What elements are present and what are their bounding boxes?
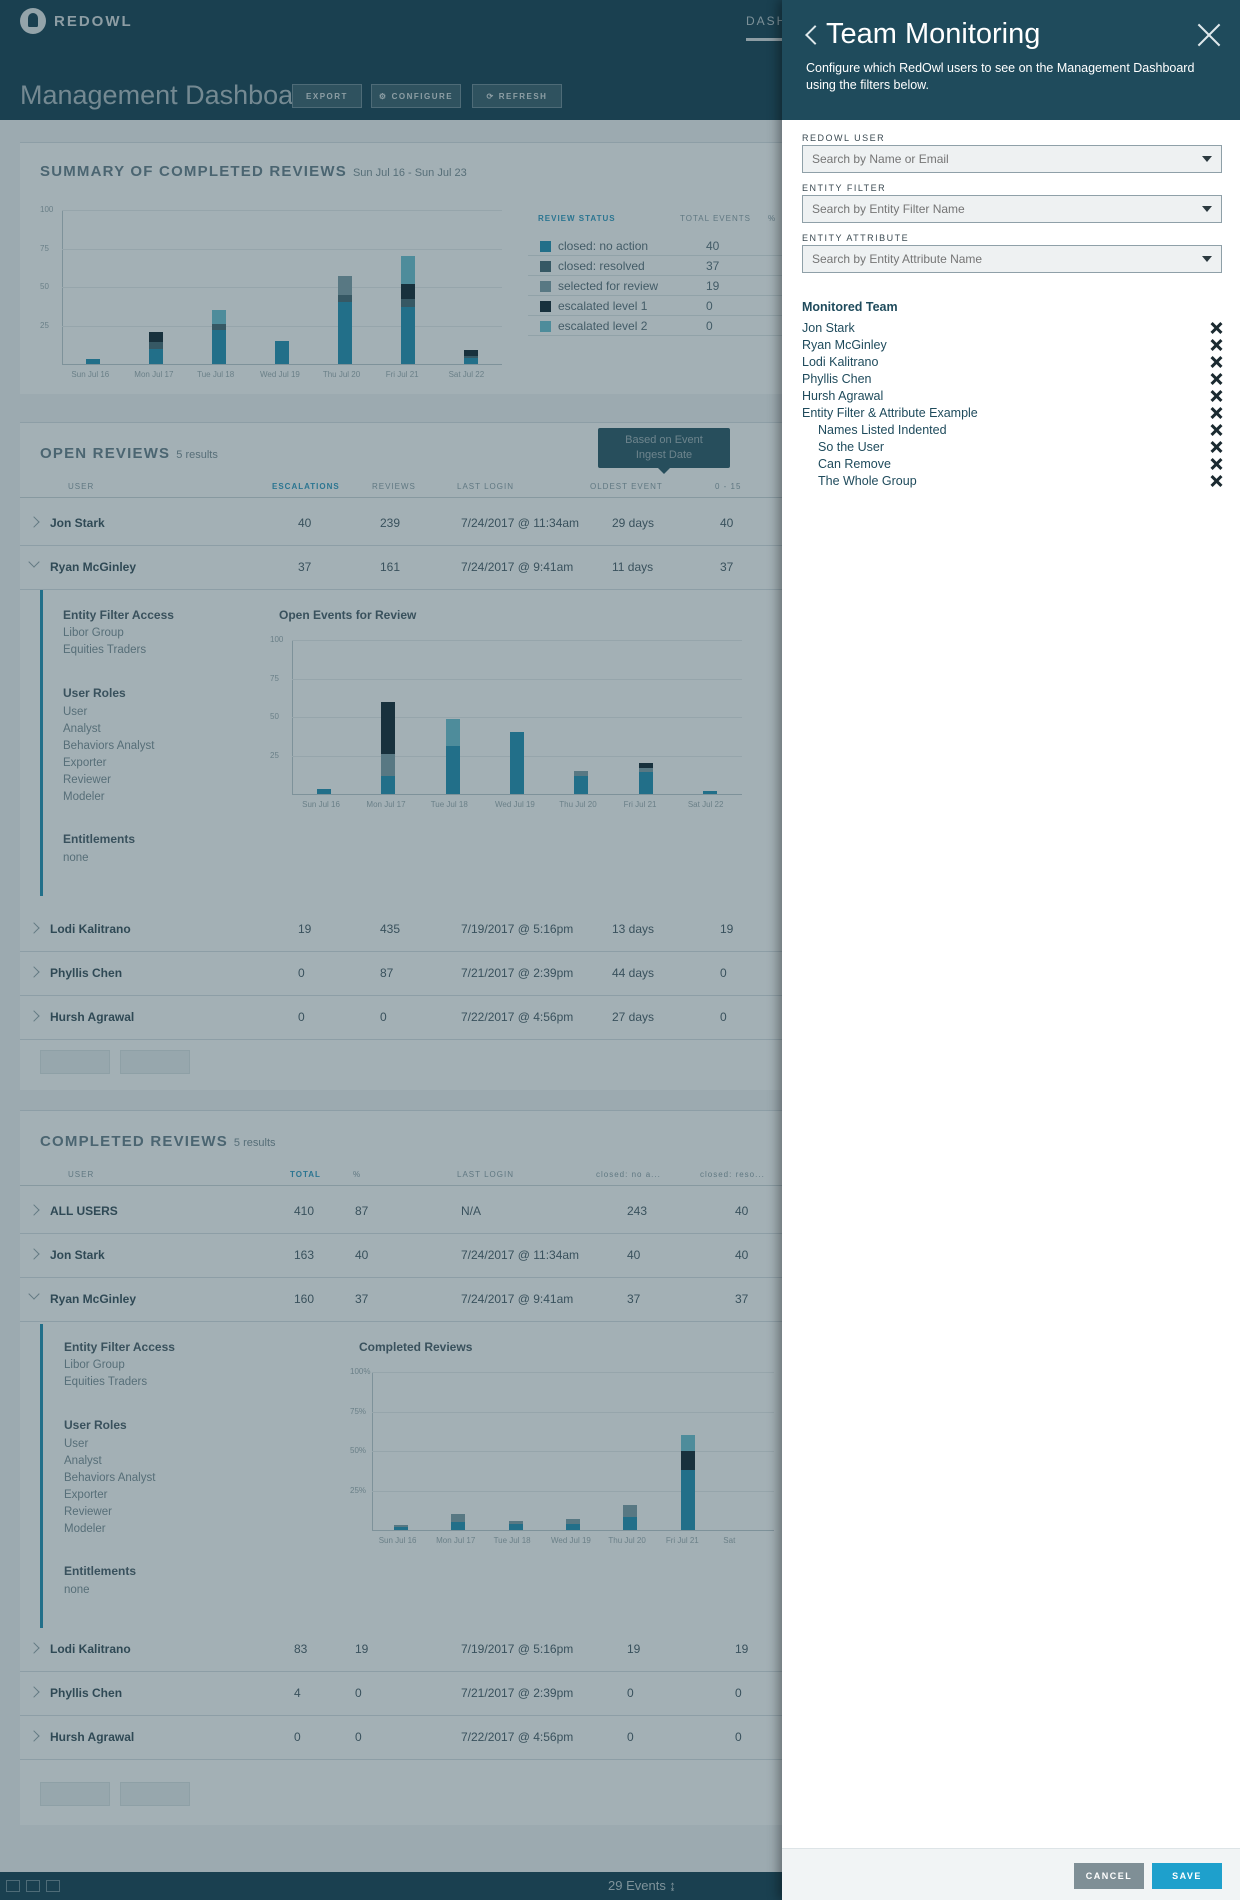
modal-overlay[interactable] <box>0 0 782 1900</box>
entity-filter-label: ENTITY FILTER <box>802 183 887 193</box>
remove-icon[interactable] <box>1210 441 1222 453</box>
team-member-name: Jon Stark <box>802 321 855 335</box>
remove-icon[interactable] <box>1210 373 1222 385</box>
remove-icon[interactable] <box>1210 356 1222 368</box>
team-member-item: Names Listed Indented <box>802 423 1222 440</box>
remove-icon[interactable] <box>1210 424 1222 436</box>
team-member-item: So the User <box>802 440 1222 457</box>
drawer-footer: CANCEL SAVE <box>782 1848 1240 1900</box>
team-member-name: Lodi Kalitrano <box>802 355 879 369</box>
team-member-item: Can Remove <box>802 457 1222 474</box>
remove-icon[interactable] <box>1210 339 1222 351</box>
team-member-item: Jon Stark <box>802 321 1222 338</box>
back-chevron-icon[interactable] <box>805 25 825 45</box>
redowl-user-input[interactable] <box>802 145 1222 173</box>
team-member-name: Hursh Agrawal <box>802 389 884 403</box>
entity-attribute-label: ENTITY ATTRIBUTE <box>802 233 910 243</box>
team-member-name: Can Remove <box>818 457 891 471</box>
entity-attribute-input[interactable] <box>802 245 1222 273</box>
drawer-description: Configure which RedOwl users to see on t… <box>806 61 1195 92</box>
team-member-item: Hursh Agrawal <box>802 389 1222 406</box>
team-member-name: Phyllis Chen <box>802 372 872 386</box>
team-member-item: Ryan McGinley <box>802 338 1222 355</box>
team-member-item: Lodi Kalitrano <box>802 355 1222 372</box>
team-member-name: Names Listed Indented <box>818 423 947 437</box>
team-monitoring-drawer: Team Monitoring Configure which RedOwl u… <box>782 0 1240 1900</box>
remove-icon[interactable] <box>1210 322 1222 334</box>
team-member-item: The Whole Group <box>802 474 1222 491</box>
remove-icon[interactable] <box>1210 407 1222 419</box>
team-member-name: Entity Filter & Attribute Example <box>802 406 978 420</box>
remove-icon[interactable] <box>1210 458 1222 470</box>
cancel-button[interactable]: CANCEL <box>1074 1863 1144 1889</box>
chevron-down-icon[interactable] <box>1202 206 1212 212</box>
team-member-name: So the User <box>818 440 885 454</box>
chevron-down-icon[interactable] <box>1202 156 1212 162</box>
team-member-item: Phyllis Chen <box>802 372 1222 389</box>
drawer-title: Team Monitoring <box>826 18 1041 50</box>
dashboard-background: REDOWL DASH Management Dashboard EXPORT … <box>0 0 782 1900</box>
close-icon[interactable] <box>1196 22 1222 48</box>
team-member-name: Ryan McGinley <box>802 338 887 352</box>
chevron-down-icon[interactable] <box>1202 256 1212 262</box>
remove-icon[interactable] <box>1210 390 1222 402</box>
team-member-item: Entity Filter & Attribute Example <box>802 406 1222 423</box>
remove-icon[interactable] <box>1210 475 1222 487</box>
save-button[interactable]: SAVE <box>1152 1863 1222 1889</box>
drawer-header: Team Monitoring Configure which RedOwl u… <box>782 0 1240 120</box>
team-member-name: The Whole Group <box>818 474 917 488</box>
entity-filter-input[interactable] <box>802 195 1222 223</box>
redowl-user-label: REDOWL USER <box>802 133 886 143</box>
monitored-team-title: Monitored Team <box>802 300 898 314</box>
